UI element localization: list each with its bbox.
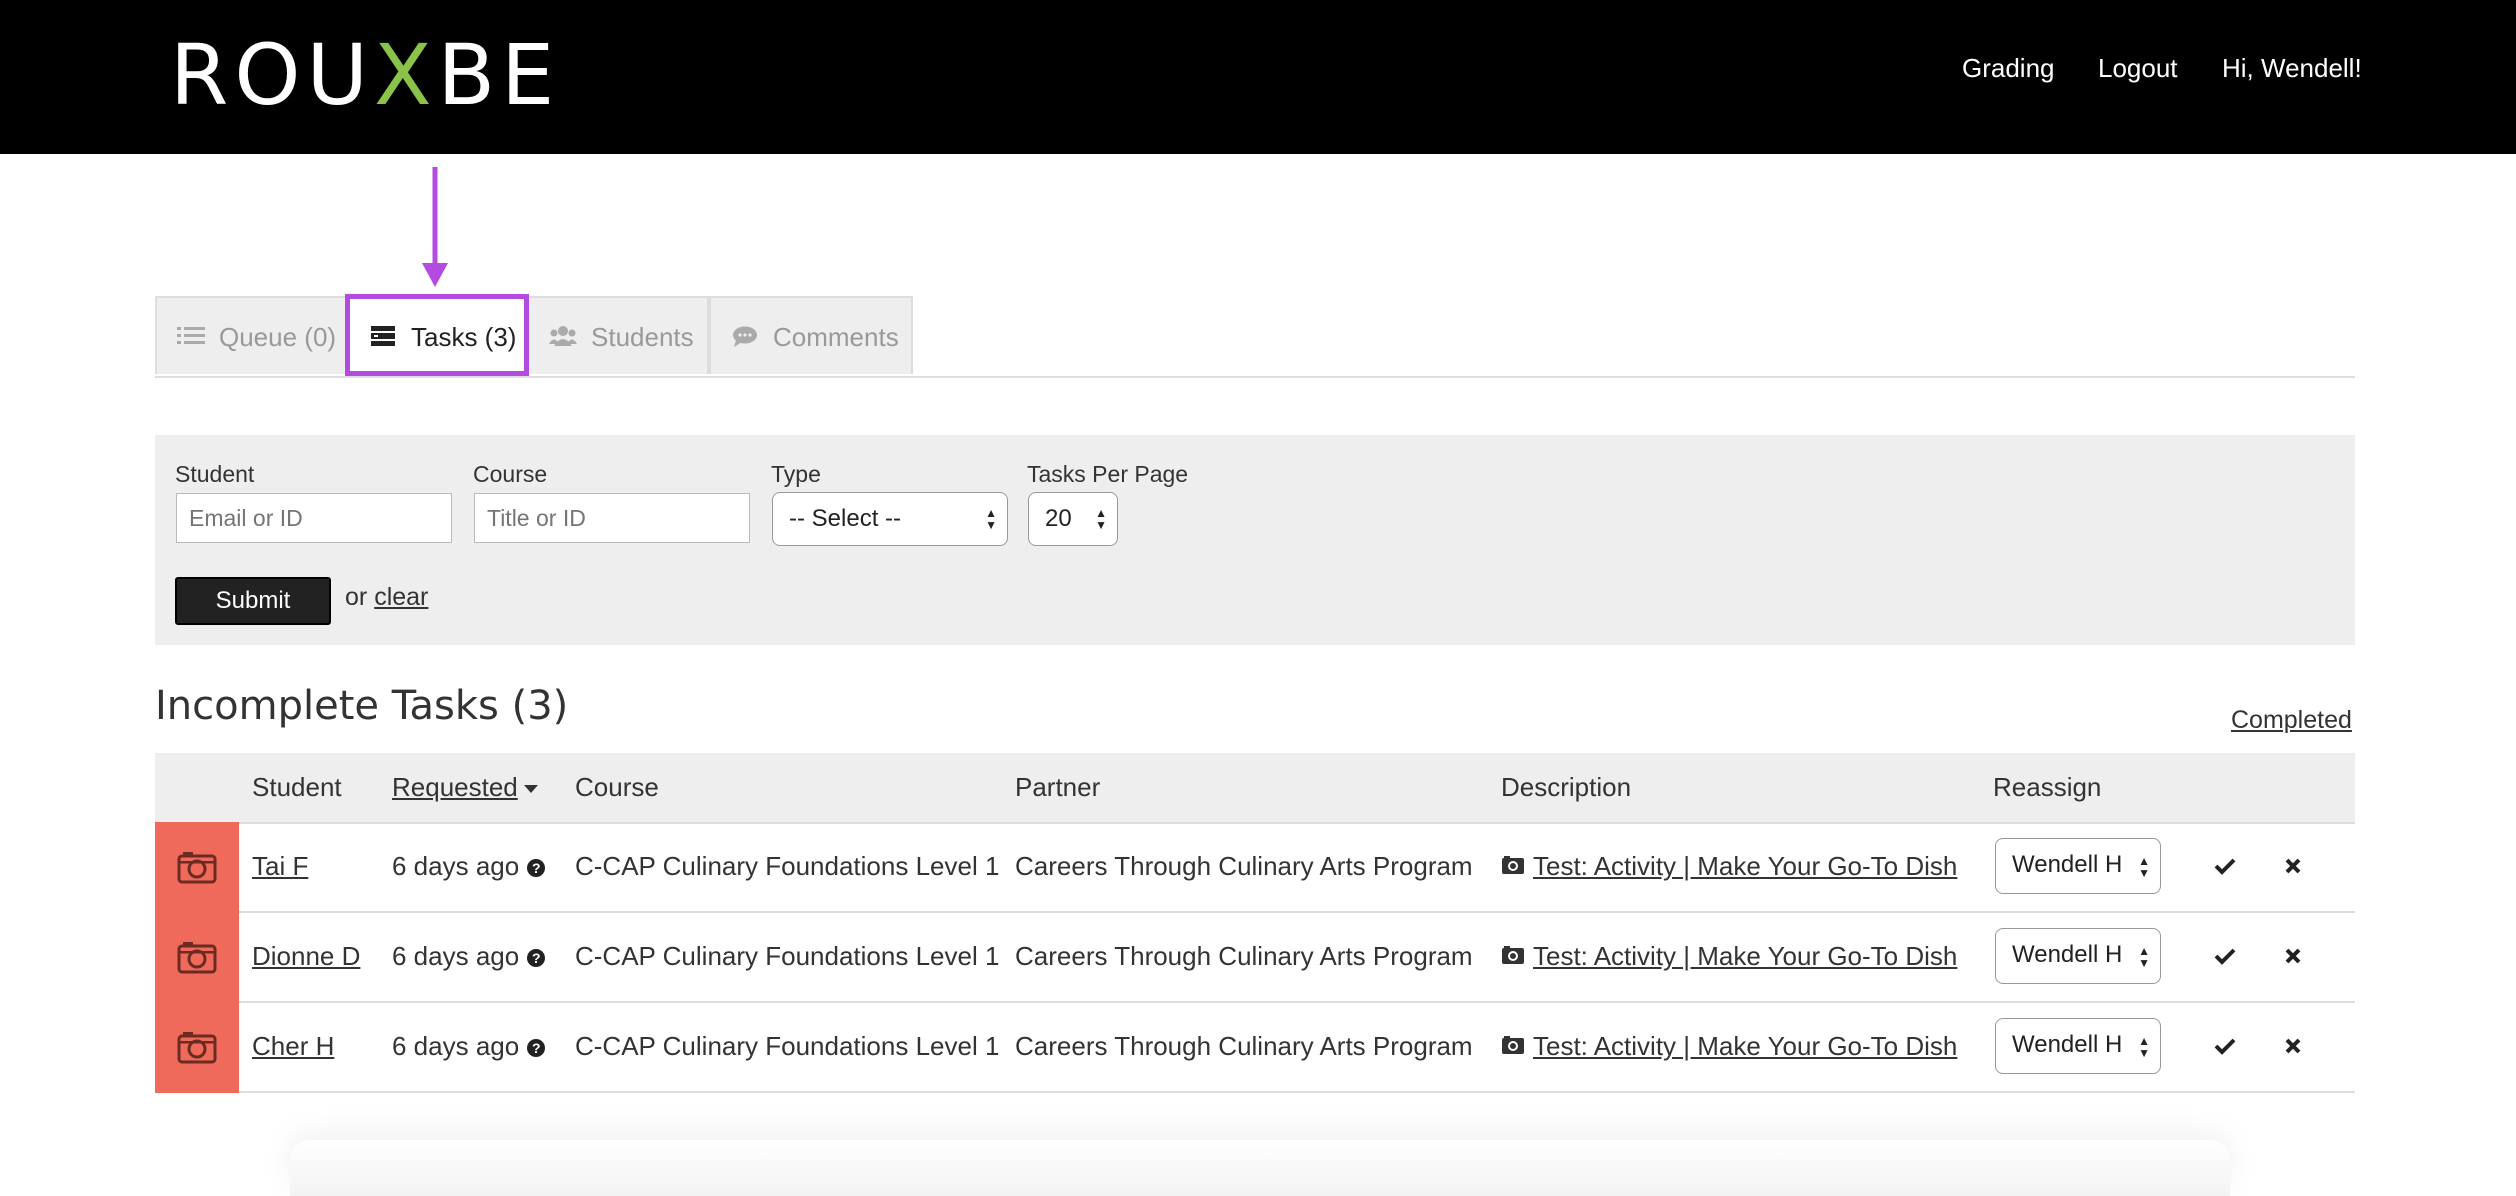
reassign-select[interactable]: Wendell H ▲ ▼ [1995,1018,2161,1074]
tab-comments-label: Comments [773,322,899,352]
select-arrows-icon: ▲ ▼ [2138,1034,2150,1060]
partner-name: Careers Through Culinary Arts Program [1015,941,1473,971]
col-student: Student [252,772,342,802]
reassign-select[interactable]: Wendell H ▲ ▼ [1995,928,2161,984]
photo-icon [1502,1036,1524,1055]
select-arrows-icon: ▲ ▼ [985,506,997,532]
footer-shadow [290,1140,2230,1196]
tab-tasks[interactable]: Tasks (3) [345,294,529,376]
help-icon[interactable]: ? [527,859,546,877]
student-filter-label: Student [175,461,255,487]
nav-grading-link[interactable]: Grading [1962,48,2055,88]
reassign-select-value: Wendell H [2012,1031,2123,1058]
course-name: C-CAP Culinary Foundations Level 1 [575,1031,1000,1061]
type-select[interactable]: -- Select -- ▲ ▼ [772,492,1008,546]
help-icon[interactable]: ? [527,949,546,967]
top-navbar: ROUXBE Grading Logout Hi, Wendell! [0,0,2516,154]
rouxbe-logo[interactable]: ROUXBE [170,30,590,120]
tab-tasks-label: Tasks (3) [411,322,517,352]
tab-students[interactable]: Students [527,296,709,374]
comment-icon [733,326,757,348]
table-row: Dionne D 6 days ago? C-CAP Culinary Foun… [155,912,2355,1003]
list-icon [177,327,205,345]
select-arrows-icon: ▲ ▼ [2138,944,2150,970]
reassign-select-value: Wendell H [2012,851,2123,878]
filter-panel: Student Course Type -- Select -- ▲▼ Task… [155,435,2355,645]
task-type-marker [155,822,239,913]
description-link[interactable]: Test: Activity | Make Your Go-To Dish [1533,1031,1957,1061]
type-filter-label: Type [771,461,821,487]
reject-x-icon[interactable] [2281,854,2305,878]
clear-link[interactable]: clear [374,583,428,611]
submit-button[interactable]: Submit [175,577,331,625]
table-row: Tai F 6 days ago? C-CAP Culinary Foundat… [155,822,2355,913]
course-filter-input[interactable] [474,493,750,543]
approve-check-icon[interactable] [2213,944,2237,968]
col-requested-label: Requested [392,772,518,802]
per-page-select[interactable]: 20 ▲ ▼ [1028,492,1118,546]
reassign-select[interactable]: Wendell H ▲ ▼ [1995,838,2161,894]
tasks-icon [371,326,395,347]
table-header: Student Requested Course Partner Descrip… [155,753,2355,824]
nav-logout-link[interactable]: Logout [2098,48,2178,88]
description-link[interactable]: Test: Activity | Make Your Go-To Dish [1533,941,1957,971]
col-requested-sort[interactable]: Requested [392,753,538,822]
or-text: or [345,583,368,611]
camera-icon [177,942,217,974]
reject-x-icon[interactable] [2281,1034,2305,1058]
select-arrows-icon: ▲ ▼ [2138,854,2150,880]
requested-time: 6 days ago [392,1031,520,1061]
photo-icon [1502,856,1524,875]
camera-icon [177,852,217,884]
per-page-select-value: 20 [1045,505,1072,532]
col-description: Description [1501,772,1632,802]
reject-x-icon[interactable] [2281,944,2305,968]
requested-time: 6 days ago [392,941,520,971]
tab-queue[interactable]: Queue (0) [155,296,347,374]
help-icon[interactable]: ? [527,1039,546,1057]
student-link[interactable]: Cher H [252,1031,334,1061]
reassign-select-value: Wendell H [2012,941,2123,968]
camera-icon [177,1032,217,1064]
course-name: C-CAP Culinary Foundations Level 1 [575,851,1000,881]
table-row: Cher H 6 days ago? C-CAP Culinary Founda… [155,1002,2355,1093]
student-link[interactable]: Tai F [252,851,308,881]
clear-filters: or clear [345,583,428,612]
partner-name: Careers Through Culinary Arts Program [1015,851,1473,881]
tab-queue-label: Queue (0) [219,322,337,352]
task-type-marker [155,912,239,1003]
approve-check-icon[interactable] [2213,854,2237,878]
course-filter-label: Course [473,461,548,487]
annotation-arrow-icon [422,167,448,287]
student-link[interactable]: Dionne D [252,941,360,971]
per-page-label: Tasks Per Page [1027,461,1189,487]
grading-tabs: Queue (0) Tasks (3) Students Comments [155,294,2355,378]
page-title: Incomplete Tasks (3) [155,683,569,729]
partner-name: Careers Through Culinary Arts Program [1015,1031,1473,1061]
col-partner: Partner [1015,772,1101,802]
completed-link[interactable]: Completed [2231,706,2352,735]
tab-comments[interactable]: Comments [709,296,913,374]
photo-icon [1502,946,1524,965]
users-icon [549,326,577,347]
student-filter-input[interactable] [176,493,452,543]
tab-students-label: Students [591,322,694,352]
task-type-marker [155,1002,239,1093]
approve-check-icon[interactable] [2213,1034,2237,1058]
course-name: C-CAP Culinary Foundations Level 1 [575,941,1000,971]
description-link[interactable]: Test: Activity | Make Your Go-To Dish [1533,851,1957,881]
sort-caret-icon [523,785,538,794]
requested-time: 6 days ago [392,851,520,881]
col-reassign: Reassign [1993,772,2102,802]
col-course: Course [575,772,659,802]
select-arrows-icon: ▲ ▼ [1095,506,1107,532]
type-select-value: -- Select -- [789,505,902,532]
user-greeting[interactable]: Hi, Wendell! [2222,48,2362,88]
